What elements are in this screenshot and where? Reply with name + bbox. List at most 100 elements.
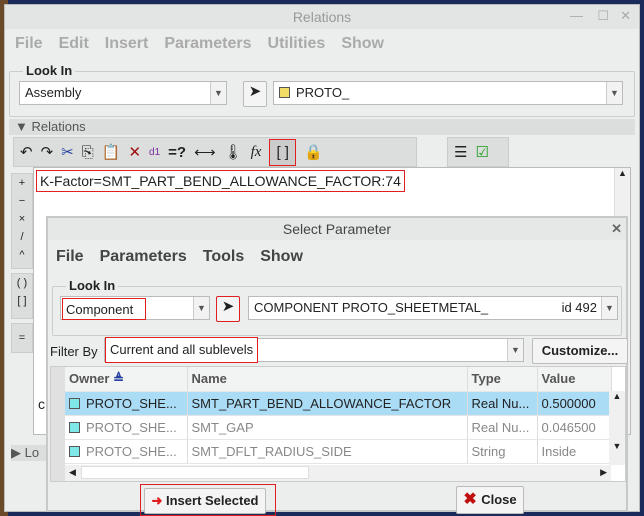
- scroll-down-icon[interactable]: ▼: [609, 441, 625, 451]
- divide-button[interactable]: /: [12, 228, 32, 246]
- menu-show[interactable]: Show: [341, 35, 384, 52]
- component-icon: [69, 397, 80, 409]
- table-row[interactable]: PROTO_SHE... SMT_PART_BEND_ALLOWANCE_FACT…: [65, 391, 612, 416]
- menu-parameters[interactable]: Parameters: [100, 248, 187, 265]
- scroll-thumb[interactable]: [81, 466, 309, 479]
- collapse-icon: ▼: [15, 119, 32, 134]
- column-type[interactable]: Type: [467, 367, 538, 392]
- local-section-label: Lo: [24, 445, 40, 460]
- expand-icon: ▶: [11, 445, 25, 460]
- dialog-menu-bar: File Parameters Tools Show: [56, 248, 319, 266]
- look-in-type-select[interactable]: Assembly ▼: [19, 81, 227, 105]
- switch-dimensions-icon[interactable]: d1: [149, 147, 160, 158]
- look-in-type-value: Assembly: [25, 85, 82, 100]
- close-button[interactable]: ✖ Close: [456, 486, 524, 514]
- look-in-model-value: PROTO_: [296, 85, 350, 100]
- utility-toolbar: ☰ ☑: [447, 137, 509, 167]
- local-parameters-icon[interactable]: ☰: [454, 143, 467, 161]
- menu-tools[interactable]: Tools: [203, 248, 244, 265]
- component-id: id 492: [561, 300, 597, 315]
- chevron-down-icon[interactable]: ▼: [606, 82, 622, 104]
- insert-function-icon[interactable]: fx: [251, 144, 262, 161]
- part-icon: [279, 87, 290, 98]
- minus-button[interactable]: −: [12, 192, 32, 210]
- chevron-down-icon[interactable]: ▼: [507, 339, 523, 361]
- table-horizontal-scrollbar[interactable]: ◀ ▶: [65, 465, 611, 481]
- column-value[interactable]: Value: [537, 367, 612, 392]
- cut-icon[interactable]: ✂: [61, 143, 74, 161]
- filter-select[interactable]: Current and all sublevels ▼: [104, 337, 524, 363]
- select-component-button[interactable]: ➤: [216, 296, 240, 322]
- equals-panel: =: [11, 323, 33, 353]
- show-dimension-icon[interactable]: ⟷: [194, 143, 216, 161]
- component-type-value: Component: [62, 298, 146, 320]
- relation-line-partial: c: [38, 396, 45, 412]
- insert-parameter-icon[interactable]: [ ]: [269, 138, 296, 166]
- dialog-close-icon[interactable]: ✕: [611, 221, 622, 237]
- arrow-cursor-icon: ➤: [248, 83, 262, 100]
- column-owner[interactable]: Owner ≜: [65, 367, 188, 392]
- table-vertical-scrollbar[interactable]: ▲ ▼: [609, 391, 625, 465]
- undo-icon[interactable]: ↶: [20, 143, 33, 161]
- insert-selected-button[interactable]: ➜ Insert Selected: [144, 488, 266, 514]
- menu-parameters[interactable]: Parameters: [164, 35, 251, 52]
- redo-icon[interactable]: ↷: [41, 143, 54, 161]
- chevron-down-icon[interactable]: ▼: [210, 82, 226, 104]
- menu-insert[interactable]: Insert: [105, 35, 149, 52]
- verify-icon[interactable]: 🔒: [304, 143, 323, 161]
- sort-icon[interactable]: ☑: [475, 143, 488, 161]
- menu-edit[interactable]: Edit: [59, 35, 89, 52]
- table-row[interactable]: PROTO_SHE... SMT_GAP Real Nu... 0.046500: [65, 415, 612, 440]
- parameter-table: Owner ≜ Name Type Value PROTO_SHE... SMT_…: [50, 366, 626, 482]
- copy-icon[interactable]: ⎘: [82, 144, 94, 161]
- paste-icon[interactable]: 📋: [102, 143, 121, 161]
- relations-section-header[interactable]: ▼ Relations: [9, 119, 635, 135]
- delete-icon[interactable]: ✕: [128, 143, 141, 161]
- menu-show[interactable]: Show: [260, 248, 303, 265]
- column-name[interactable]: Name: [187, 367, 468, 392]
- scroll-up-icon[interactable]: ▲: [609, 391, 625, 401]
- plus-button[interactable]: +: [12, 174, 32, 192]
- equals-button[interactable]: =: [12, 324, 32, 352]
- relations-toolbar: ↶ ↷ ✂ ⎘ 📋 ✕ d1 =? ⟷ 🌡 fx [ ] 🔒: [13, 137, 417, 167]
- evaluate-icon[interactable]: =?: [168, 144, 186, 161]
- scroll-left-icon[interactable]: ◀: [69, 467, 76, 478]
- insert-arrow-icon: ➜: [151, 493, 166, 508]
- chevron-down-icon[interactable]: ▼: [601, 297, 617, 319]
- component-model-value: COMPONENT PROTO_SHEETMETAL_: [254, 300, 489, 315]
- look-in-model-select[interactable]: PROTO_ ▼: [273, 81, 623, 105]
- scroll-up-icon[interactable]: ▲: [615, 168, 630, 178]
- menu-bar: File Edit Insert Parameters Utilities Show: [15, 35, 400, 53]
- filter-by-label: Filter By: [50, 344, 98, 359]
- close-x-icon: ✖: [463, 491, 482, 508]
- look-in-label: Look In: [23, 63, 76, 78]
- dialog-title: Select Parameter: [48, 218, 626, 240]
- component-icon: [69, 445, 80, 457]
- customize-button[interactable]: Customize...: [532, 338, 628, 364]
- scroll-right-icon[interactable]: ▶: [600, 467, 607, 478]
- minimize-button[interactable]: —: [570, 8, 583, 23]
- parentheses-button[interactable]: ( ): [12, 274, 32, 292]
- select-model-button[interactable]: ➤: [243, 81, 267, 107]
- relation-line[interactable]: K-Factor=SMT_PART_BEND_ALLOWANCE_FACTOR:…: [36, 170, 405, 192]
- dialog-look-in-label: Look In: [66, 278, 119, 293]
- bracket-panel: ( )[ ]: [11, 273, 33, 319]
- menu-file[interactable]: File: [15, 35, 43, 52]
- component-icon: [69, 421, 80, 433]
- operator-panel: + − × / ^: [11, 173, 33, 269]
- chevron-down-icon[interactable]: ▼: [193, 297, 209, 319]
- power-button[interactable]: ^: [12, 246, 32, 264]
- component-model-select[interactable]: COMPONENT PROTO_SHEETMETAL_ id 492 ▼: [248, 296, 618, 320]
- table-header: Owner ≜ Name Type Value: [65, 367, 612, 392]
- multiply-button[interactable]: ×: [12, 210, 32, 228]
- component-type-select[interactable]: Component ▼: [60, 296, 210, 320]
- brackets-button[interactable]: [ ]: [12, 292, 32, 310]
- menu-file[interactable]: File: [56, 248, 84, 265]
- menu-utilities[interactable]: Utilities: [268, 35, 326, 52]
- close-button[interactable]: ✕: [620, 8, 631, 24]
- relations-section-label: Relations: [31, 119, 86, 134]
- maximize-button[interactable]: ☐: [597, 8, 609, 24]
- sort-relations-icon[interactable]: 🌡: [224, 143, 243, 161]
- arrow-cursor-icon: ➤: [221, 298, 235, 315]
- table-row[interactable]: PROTO_SHE... SMT_DFLT_RADIUS_SIDE String In…: [65, 439, 612, 464]
